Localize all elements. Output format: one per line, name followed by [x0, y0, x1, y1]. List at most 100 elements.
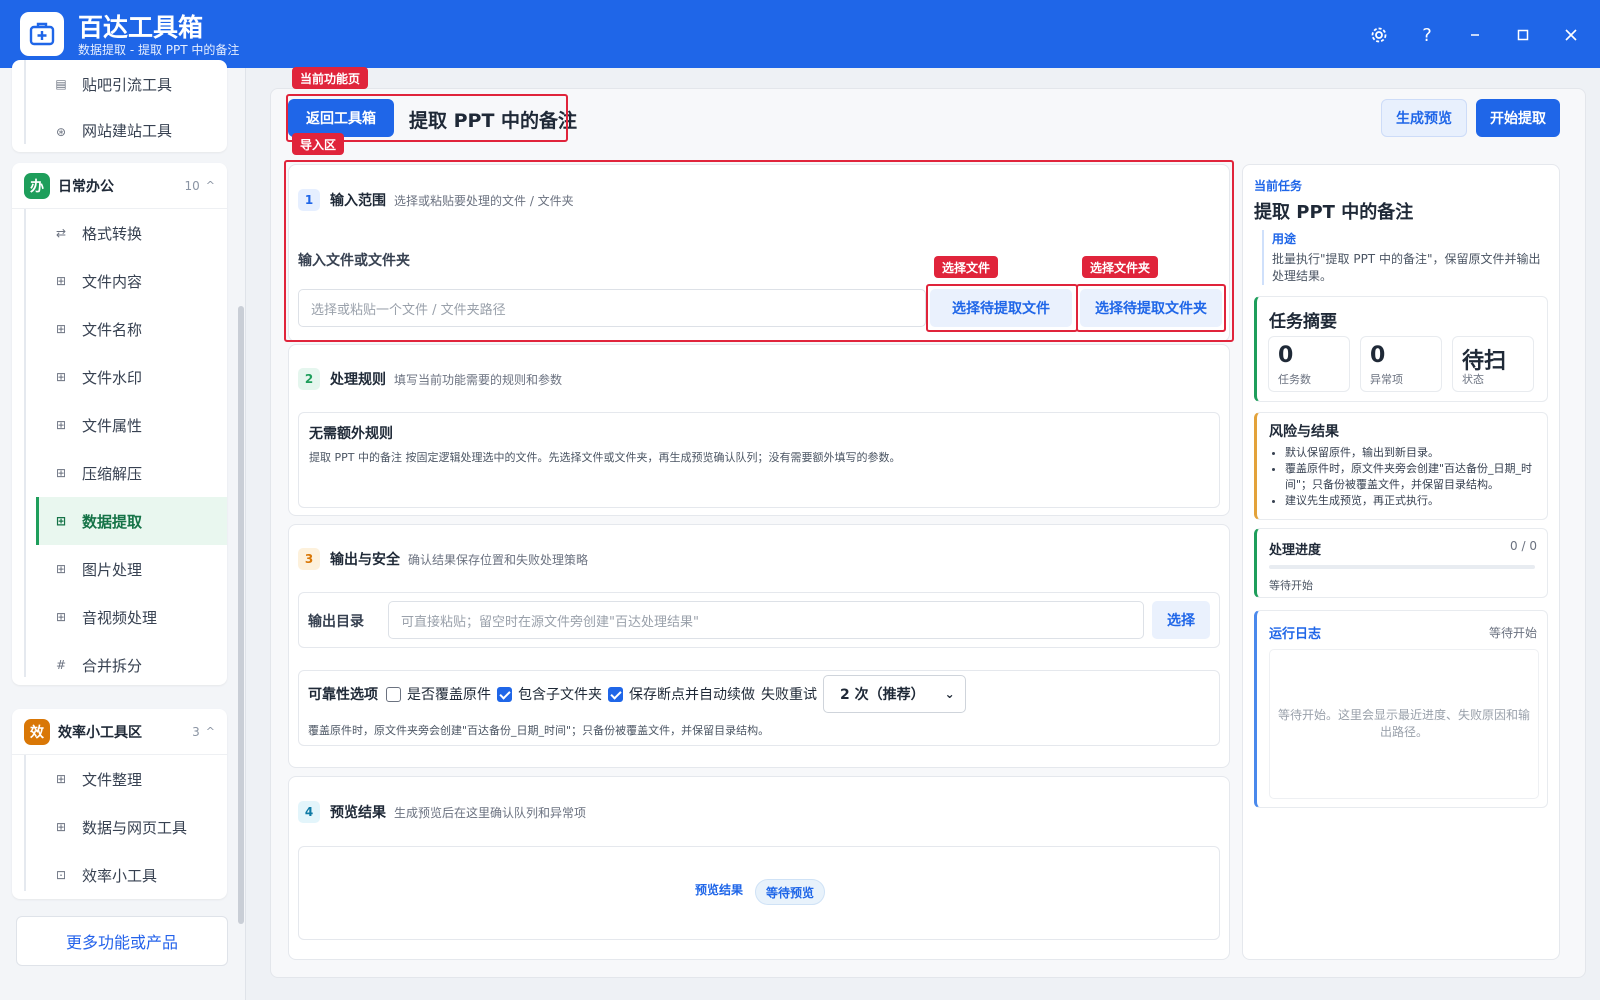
- close-icon[interactable]: [1558, 22, 1584, 48]
- preview-results-label: 预览结果: [695, 883, 744, 897]
- grid-icon: ⊞: [55, 562, 67, 576]
- progress-status: 等待开始: [1269, 579, 1313, 592]
- chevron-down-icon: ⌄: [944, 687, 955, 701]
- settings-gear-icon[interactable]: [1366, 22, 1392, 48]
- summary-title: 任务摘要: [1269, 312, 1337, 332]
- stat-status: 待扫 状态: [1452, 336, 1534, 392]
- generate-preview-button[interactable]: 生成预览: [1381, 99, 1467, 137]
- risk-item: 覆盖原件时，原文件夹旁会创建"百达备份_日期_时间"；只备份被覆盖文件，并保留目…: [1285, 461, 1539, 493]
- grid-icon: ⊞: [55, 772, 67, 786]
- rules-info-box: 无需额外规则 提取 PPT 中的备注 按固定逻辑处理选中的文件。先选择文件或文件…: [298, 412, 1220, 508]
- sidebar-group-daily-office: 办 日常办公 10 ^ ⇄ 格式转换 ⊞ 文件内容 ⊞ 文件名称 ⊞ 文件水印 ⊞ 文件属…: [12, 163, 227, 685]
- section-title: 输出与安全: [330, 552, 400, 568]
- swap-icon: ⇄: [55, 226, 67, 240]
- help-icon[interactable]: ?: [1414, 22, 1440, 48]
- preview-results-box: 预览结果 等待预览: [298, 846, 1220, 940]
- sidebar-item-compress[interactable]: ⊞ 压缩解压: [12, 449, 227, 497]
- risk-results-box: 风险与结果 默认保留原件，输出到新目录。 覆盖原件时，原文件夹旁会创建"百达备份…: [1254, 412, 1548, 520]
- group-count: 3: [192, 724, 200, 739]
- section-title: 处理规则: [330, 372, 386, 388]
- grid-icon: ⊞: [55, 370, 67, 384]
- annotation-import-area: 导入区: [292, 133, 345, 155]
- retry-select[interactable]: 2 次（推荐） ⌄: [823, 675, 966, 713]
- grid-icon: ⊞: [55, 466, 67, 480]
- maximize-icon[interactable]: [1510, 22, 1536, 48]
- sidebar-item-watermark[interactable]: ⊞ 文件水印: [12, 353, 227, 401]
- sidebar-scrollbar[interactable]: [238, 306, 244, 924]
- progress-count: 0 / 0: [1510, 539, 1537, 553]
- sidebar: ▤ 贴吧引流工具 ⊛ 网站建站工具 办 日常办公 10 ^ ⇄ 格式转换 ⊞ 文件内…: [0, 60, 246, 1000]
- sidebar-item-av[interactable]: ⊞ 音视频处理: [12, 593, 227, 641]
- output-dir-select-button[interactable]: 选择: [1152, 601, 1210, 639]
- group-header-efficiency[interactable]: 效 效率小工具区 3 ^: [12, 709, 227, 755]
- grid-icon: ⊞: [55, 274, 67, 288]
- annotation-select-folder: 选择文件夹: [1082, 256, 1159, 278]
- overwrite-checkbox[interactable]: [386, 686, 401, 702]
- title-bar: 百达工具箱 数据提取 - 提取 PPT 中的备注 ?: [0, 0, 1600, 68]
- section-description: 确认结果保存位置和失败处理策略: [408, 552, 589, 567]
- usage-label: 用途: [1272, 232, 1297, 246]
- sidebar-item-image[interactable]: ⊞ 图片处理: [12, 545, 227, 593]
- resume-label: 保存断点并自动续做: [629, 687, 755, 703]
- reliability-options-row: 可靠性选项 是否覆盖原件 包含子文件夹 保存断点并自动续做 失败重试 2 次（推…: [308, 675, 966, 713]
- overwrite-note: 覆盖原件时，原文件夹旁会创建"百达备份_日期_时间"；只备份被覆盖文件，并保留目…: [308, 724, 770, 737]
- sidebar-item-file-content[interactable]: ⊞ 文件内容: [12, 257, 227, 305]
- output-section-header: 3 输出与安全 确认结果保存位置和失败处理策略: [298, 548, 588, 570]
- group-title: 日常办公: [58, 178, 114, 195]
- start-extract-button[interactable]: 开始提取: [1476, 99, 1560, 137]
- sidebar-group-previous: ▤ 贴吧引流工具 ⊛ 网站建站工具: [12, 60, 227, 152]
- rules-box-title: 无需额外规则: [309, 426, 393, 442]
- app-logo-icon: [20, 12, 64, 56]
- group-badge: 办: [24, 172, 50, 199]
- grid-icon: ⊞: [55, 514, 67, 528]
- group-title: 效率小工具区: [58, 724, 142, 741]
- doc-icon: ▤: [55, 77, 67, 91]
- sidebar-item-data-extract[interactable]: ⊞ 数据提取: [36, 497, 227, 545]
- stat-exception-count: 0 异常项: [1360, 336, 1442, 392]
- progress-title: 处理进度: [1269, 543, 1322, 558]
- rules-box-text: 提取 PPT 中的备注 按固定逻辑处理选中的文件。先选择文件或文件夹，再生成预览…: [309, 451, 901, 464]
- app-subtitle: 数据提取 - 提取 PPT 中的备注: [78, 43, 240, 57]
- chevron-up-icon: ^: [205, 179, 215, 192]
- sidebar-item-file-organize[interactable]: ⊞ 文件整理: [12, 755, 227, 803]
- step-number: 3: [298, 548, 320, 570]
- output-dir-field[interactable]: 可直接粘贴；留空时在源文件旁创建"百达处理结果": [388, 601, 1144, 639]
- group-count: 10: [184, 178, 200, 193]
- resume-checkbox[interactable]: [608, 686, 623, 702]
- rules-section-header: 2 处理规则 填写当前功能需要的规则和参数: [298, 368, 562, 390]
- grid-icon: ⊞: [55, 418, 67, 432]
- globe-icon: ⊛: [55, 125, 67, 139]
- progress-bar: [1269, 565, 1535, 569]
- sidebar-item-format-convert[interactable]: ⇄ 格式转换: [12, 209, 227, 257]
- section-description: 填写当前功能需要的规则和参数: [394, 372, 563, 387]
- sidebar-item-merge-split[interactable]: # 合并拆分: [12, 641, 227, 689]
- section-title: 预览结果: [330, 805, 386, 821]
- progress-box: 处理进度 0 / 0 等待开始: [1254, 528, 1548, 598]
- group-header-daily-office[interactable]: 办 日常办公 10 ^: [12, 163, 227, 209]
- log-content: 等待开始。这里会显示最近进度、失败原因和输出路径。: [1269, 649, 1539, 799]
- section-description: 生成预览后在这里确认队列和异常项: [394, 805, 587, 820]
- retry-label: 失败重试: [761, 687, 817, 703]
- task-kicker: 当前任务: [1254, 179, 1303, 193]
- sidebar-item-efficiency-tools[interactable]: ⊡ 效率小工具: [12, 851, 227, 899]
- sidebar-item-file-name[interactable]: ⊞ 文件名称: [12, 305, 227, 353]
- sidebar-item-data-web[interactable]: ⊞ 数据与网页工具: [12, 803, 227, 851]
- stat-task-count: 0 任务数: [1268, 336, 1350, 392]
- subfolders-checkbox[interactable]: [497, 686, 512, 702]
- minimize-icon[interactable]: [1462, 22, 1488, 48]
- box-icon: ⊡: [55, 868, 67, 882]
- annotation-select-file: 选择文件: [934, 256, 999, 278]
- highlight-select-file: [926, 284, 1078, 332]
- preview-section-header: 4 预览结果 生成预览后在这里确认队列和异常项: [298, 801, 586, 823]
- sidebar-item-website[interactable]: ⊛ 网站建站工具: [12, 108, 227, 152]
- group-badge: 效: [24, 718, 50, 745]
- reliability-label: 可靠性选项: [308, 687, 378, 703]
- risk-item: 默认保留原件，输出到新目录。: [1285, 445, 1539, 461]
- risk-item: 建议先生成预览，再正式执行。: [1285, 493, 1539, 509]
- run-log-box: 运行日志 等待开始 等待开始。这里会显示最近进度、失败原因和输出路径。: [1254, 610, 1548, 808]
- more-products-button[interactable]: 更多功能或产品: [16, 916, 228, 966]
- grid-icon: ⊞: [55, 322, 67, 336]
- sidebar-item-tieba[interactable]: ▤ 贴吧引流工具: [12, 60, 227, 108]
- log-title: 运行日志: [1269, 627, 1322, 642]
- sidebar-item-file-attr[interactable]: ⊞ 文件属性: [12, 401, 227, 449]
